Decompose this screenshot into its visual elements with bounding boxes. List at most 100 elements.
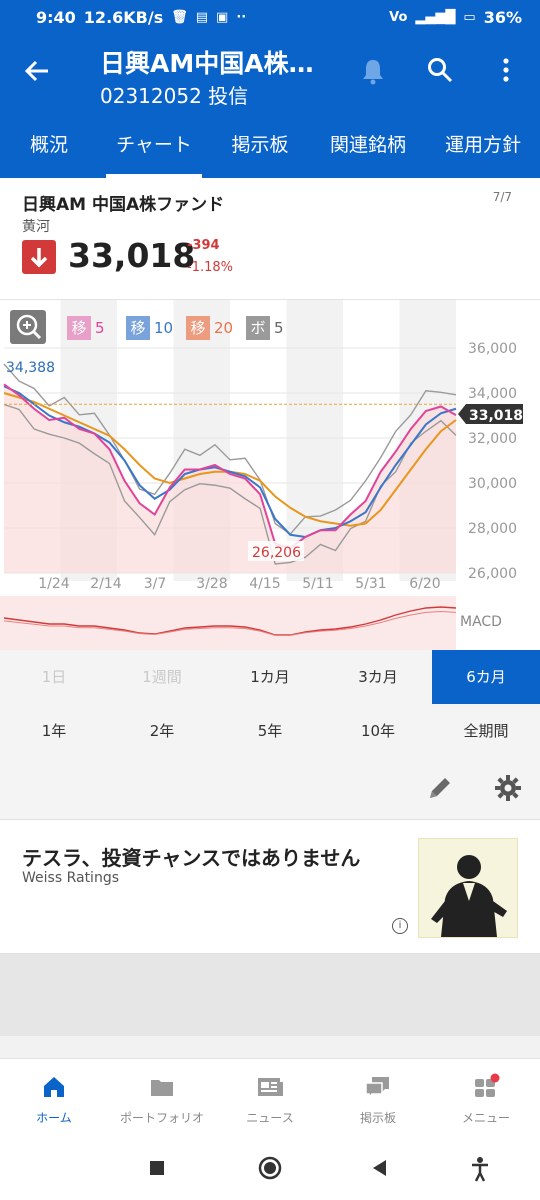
bell-icon[interactable] (358, 56, 388, 93)
macd-label: MACD (460, 614, 502, 630)
page-title: 日興AM中国A株… (100, 49, 314, 78)
fund-price: 33,018 (68, 236, 196, 275)
legend-ma5-period: 5 (95, 319, 105, 337)
home-circle-icon[interactable] (256, 1156, 284, 1184)
period-3m-button[interactable]: 3カ月 (324, 650, 432, 704)
accessibility-icon[interactable] (470, 1156, 490, 1186)
nav-board[interactable]: 掲示板 (324, 1059, 432, 1138)
macd-background (0, 596, 456, 650)
y-tick-label: 32,000 (468, 431, 517, 447)
x-tick-label: 4/15 (249, 576, 280, 592)
back-arrow-icon[interactable] (22, 56, 52, 92)
period-1y-button[interactable]: 1年 (0, 704, 108, 758)
bottom-nav: ホーム ポートフォリオ ニュース 掲示板 メニュー (0, 1058, 540, 1138)
y-tick-label: 30,000 (468, 476, 517, 492)
more-vert-icon[interactable] (496, 56, 516, 91)
period-1w-button[interactable]: 1週間 (108, 650, 216, 704)
nav-portfolio[interactable]: ポートフォリオ (108, 1059, 216, 1138)
period-2y-button[interactable]: 2年 (108, 704, 216, 758)
fund-summary: 日興AM 中国A株ファンド 7/7 黄河 33,018 -394 -1.18% (0, 178, 540, 300)
nav-board-label: 掲示板 (359, 1111, 396, 1125)
search-icon[interactable] (426, 56, 454, 91)
x-tick-label: 6/20 (409, 576, 440, 592)
tab-policy[interactable]: 運用方針 (426, 122, 540, 178)
back-triangle-icon[interactable] (370, 1156, 390, 1184)
legend-ma20-tag: 移 (190, 319, 205, 337)
fund-name: 日興AM 中国A株ファンド (22, 195, 225, 215)
last-price-tag: 33,018 (458, 404, 523, 424)
gear-icon[interactable] (492, 772, 524, 808)
period-all-button[interactable]: 全期間 (432, 704, 540, 758)
more-dots-icon: ·· (236, 10, 247, 25)
y-tick-label: 36,000 (468, 341, 517, 357)
chat-icon (365, 1077, 389, 1099)
fund-code: 02312052 投信 (100, 84, 249, 108)
fund-manager: 黄河 (22, 219, 50, 235)
period-1m-button[interactable]: 1カ月 (216, 650, 324, 704)
period-10y-button[interactable]: 10年 (324, 704, 432, 758)
x-tick-label: 5/31 (355, 576, 386, 592)
nav-home[interactable]: ホーム (0, 1059, 108, 1138)
y-axis: 36,000 34,000 32,000 30,000 28,000 26,000 (468, 341, 517, 582)
zoom-icon[interactable] (10, 310, 46, 344)
battery-icon: ▭ (463, 10, 476, 25)
nav-news-label: ニュース (246, 1111, 294, 1125)
y-tick-label: 34,000 (468, 386, 517, 402)
nav-menu-label: メニュー (461, 1111, 510, 1125)
down-arrow-icon (22, 240, 56, 274)
app-bar: 日興AM中国A株… 02312052 投信 (0, 36, 540, 122)
low-label: 26,206 (252, 545, 301, 561)
chart-tools (0, 758, 540, 820)
tab-board[interactable]: 掲示板 (210, 122, 310, 178)
x-tick-label: 5/11 (302, 576, 333, 592)
status-speed: 12.6KB/s (83, 8, 164, 27)
period-5y-button[interactable]: 5年 (216, 704, 324, 758)
home-icon (44, 1077, 64, 1097)
price-date: 7/7 (492, 190, 512, 204)
ad-info-icon[interactable]: i (392, 918, 408, 934)
nav-menu[interactable]: メニュー (432, 1059, 540, 1138)
ad-title[interactable]: テスラ、投資チャンスではありません (22, 842, 360, 871)
chart-canvas[interactable]: 36,000 34,000 32,000 30,000 28,000 26,000 1/2… (0, 300, 540, 650)
x-tick-label: 1/24 (38, 576, 70, 592)
nav-portfolio-label: ポートフォリオ (119, 1111, 204, 1125)
nav-home-label: ホーム (36, 1111, 72, 1125)
folder-icon (151, 1080, 173, 1096)
recent-apps-icon[interactable] (148, 1156, 168, 1184)
price-chart[interactable]: 36,000 34,000 32,000 30,000 28,000 26,000 1/2… (0, 300, 540, 650)
signal-icon: ▂▄▆█ (415, 10, 456, 25)
tab-overview[interactable]: 概況 (0, 122, 98, 178)
period-1d-button[interactable]: 1日 (0, 650, 108, 704)
ad-placeholder (0, 954, 540, 1036)
tab-bar: 概況 チャート 掲示板 関連銘柄 運用方針 (0, 122, 540, 178)
ad-image[interactable] (418, 838, 518, 938)
macd-panel (0, 596, 457, 650)
tab-chart[interactable]: チャート (98, 122, 210, 178)
pencil-icon[interactable] (424, 772, 456, 808)
menu-grid-icon (475, 1073, 500, 1097)
x-tick-label: 3/28 (196, 576, 227, 592)
battery-percent: 36% (483, 8, 522, 27)
system-nav (0, 1138, 540, 1200)
price-change-percent: -1.18% (187, 260, 233, 275)
trash-icon: 🗑 (171, 10, 188, 25)
tab-related[interactable]: 関連銘柄 (310, 122, 426, 178)
legend-ma20-period: 20 (214, 319, 233, 337)
app-icon: ▣ (216, 10, 229, 25)
y-tick-label: 26,000 (468, 566, 517, 582)
price-change: -394 (187, 238, 220, 253)
status-bar: 9:40 12.6KB/s 🗑 ▤ ▣ ·· Vo ▂▄▆█ ▭ 36% (0, 0, 540, 36)
high-label: 34,388 (6, 360, 55, 376)
divider (0, 1036, 540, 1058)
last-price-label: 33,018 (469, 408, 523, 424)
x-tick-label: 3/7 (144, 576, 167, 592)
ad-banner[interactable]: テスラ、投資チャンスではありません Weiss Ratings i (0, 822, 540, 954)
legend-bb-period: 5 (274, 319, 284, 337)
legend-ma5-tag: 移 (71, 319, 86, 337)
nav-news[interactable]: ニュース (216, 1059, 324, 1138)
period-6m-button[interactable]: 6カ月 (432, 650, 540, 704)
legend-bb-tag: ボ (250, 319, 265, 337)
legend-ma10-period: 10 (154, 319, 173, 337)
notes-icon: ▤ (195, 10, 209, 25)
x-tick-label: 2/14 (90, 576, 122, 592)
